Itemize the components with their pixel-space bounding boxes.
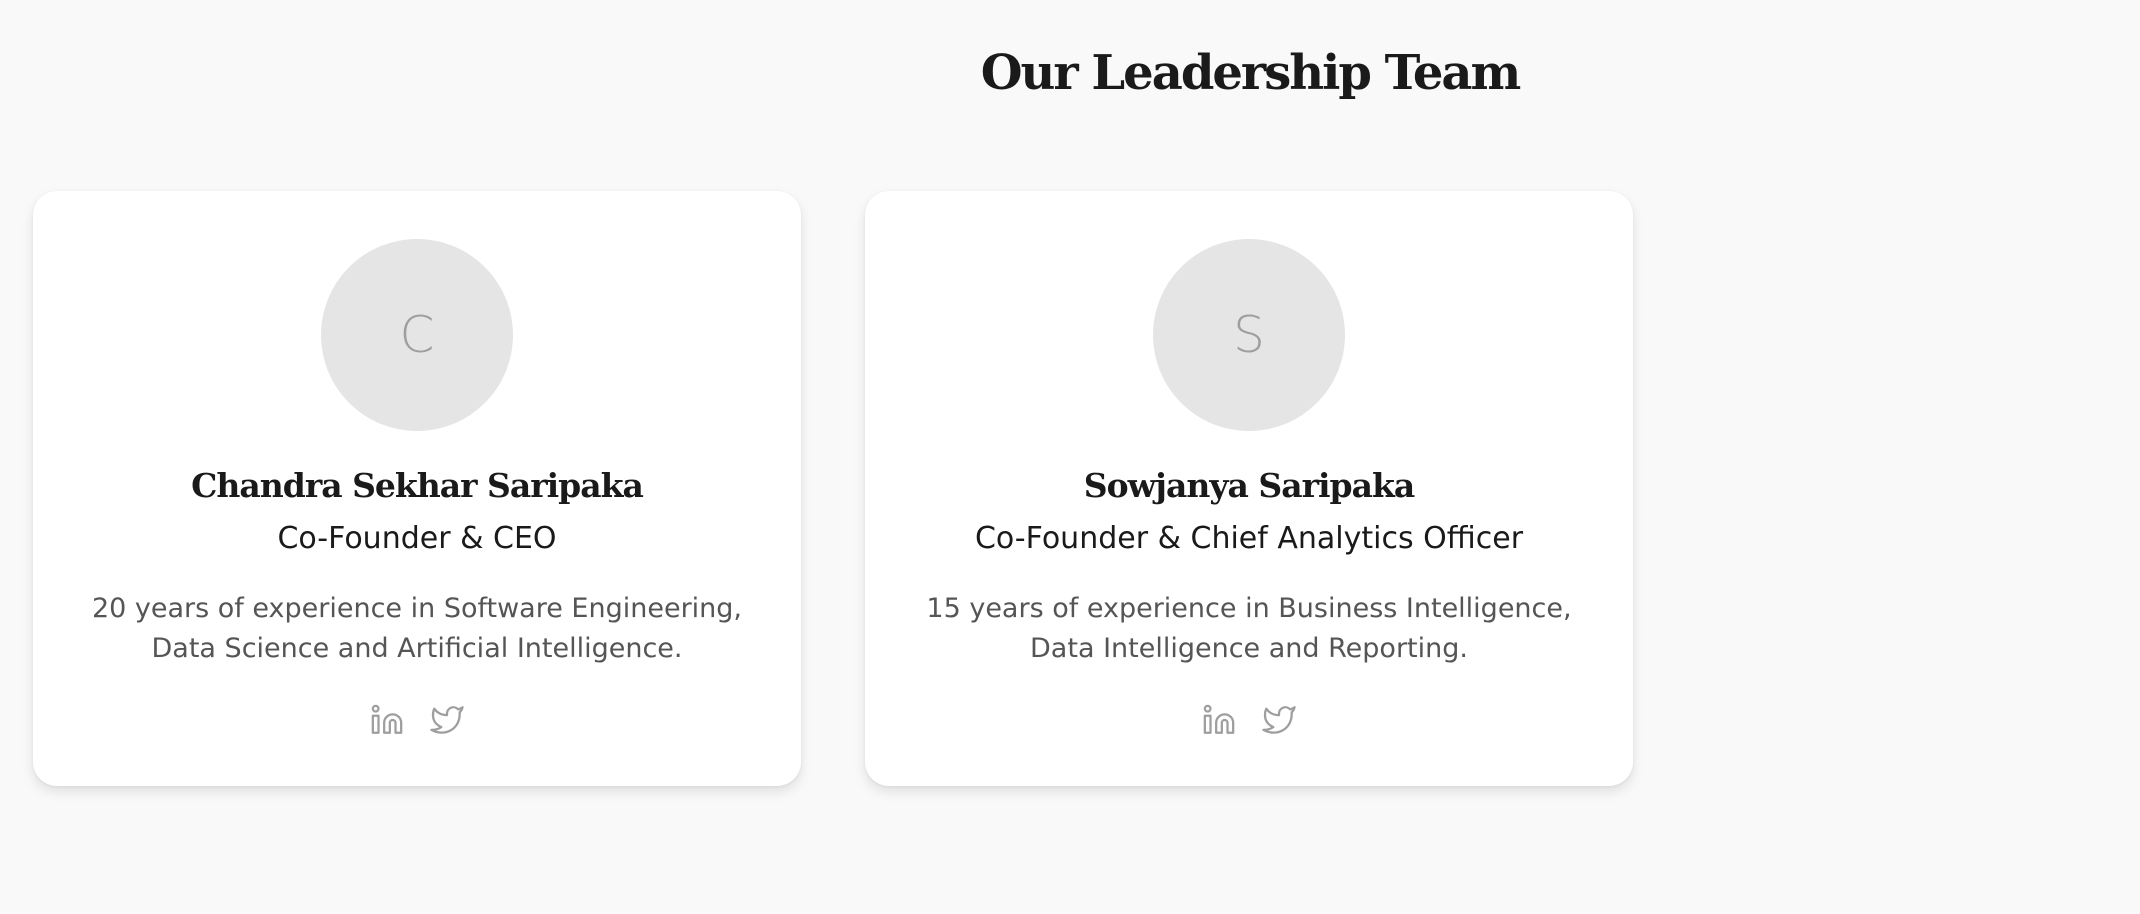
- member-name: Chandra Sekhar Saripaka: [191, 466, 644, 505]
- page-title: Our Leadership Team: [980, 45, 1522, 101]
- member-bio: 20 years of experience in Software Engin…: [91, 593, 743, 664]
- member-role: Co-Founder & Chief Analytics Officer: [974, 521, 1524, 556]
- avatar: S: [1153, 239, 1345, 431]
- social-links: [865, 703, 1633, 737]
- team-member-card: C Chandra Sekhar Saripaka Co-Founder & C…: [33, 191, 801, 786]
- twitter-icon[interactable]: [1262, 703, 1296, 737]
- social-links: [33, 703, 801, 737]
- linkedin-icon[interactable]: [370, 703, 404, 737]
- avatar: C: [321, 239, 513, 431]
- member-bio: 15 years of experience in Business Intel…: [926, 593, 1572, 664]
- member-name: Sowjanya Saripaka: [1083, 466, 1415, 505]
- member-role: Co-Founder & CEO: [277, 521, 557, 556]
- team-member-card: S Sowjanya Saripaka Co-Founder & Chief A…: [865, 191, 1633, 786]
- linkedin-icon[interactable]: [1202, 703, 1236, 737]
- twitter-icon[interactable]: [430, 703, 464, 737]
